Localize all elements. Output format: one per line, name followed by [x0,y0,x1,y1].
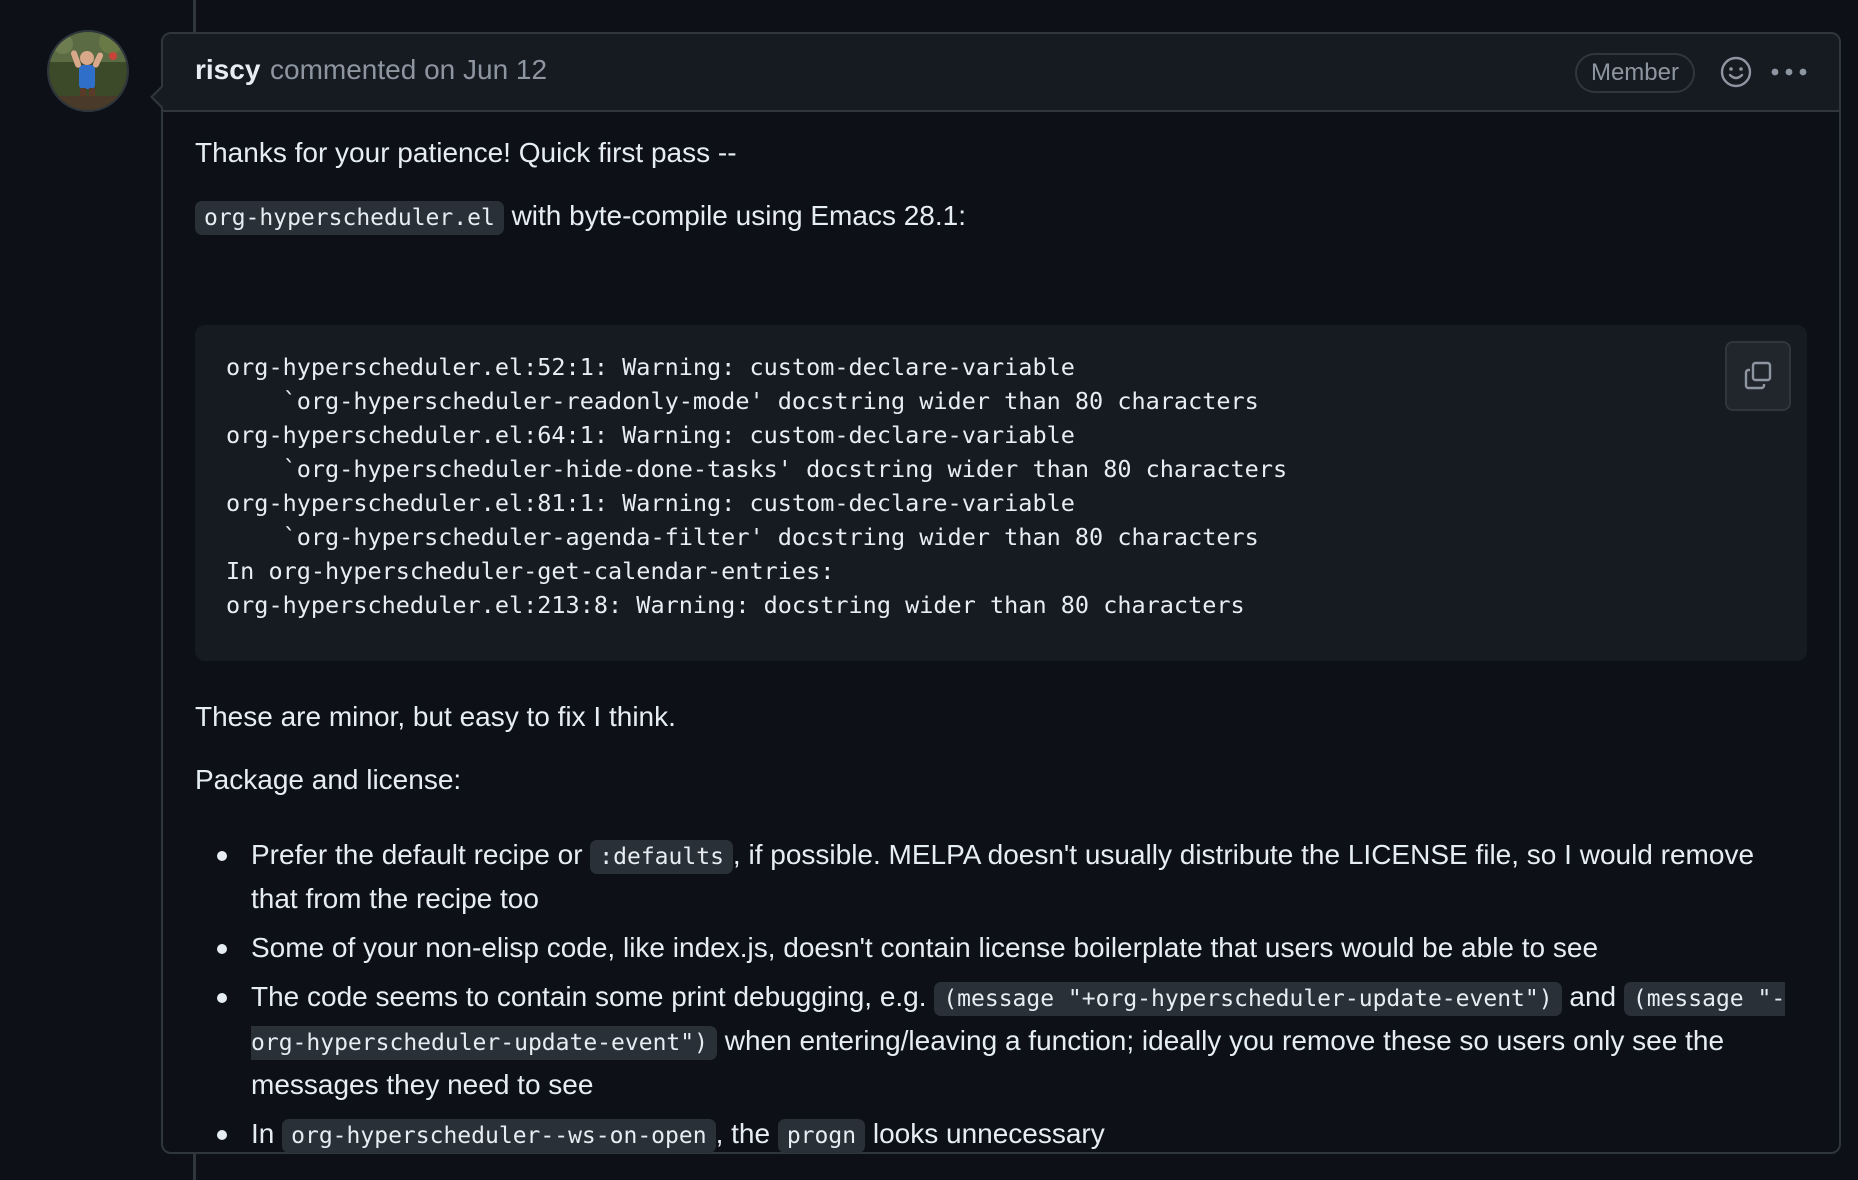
package-heading: Package and license: [195,764,462,795]
list-item: The code seems to contain some print deb… [195,976,1807,1106]
list-item: Some of your non-elisp code, like index.… [195,927,1807,969]
comment: riscy commented on Jun 12 Member Thanks … [150,32,1841,1154]
list-item: Prefer the default recipe or :defaults, … [195,834,1807,920]
inline-code: :defaults [590,840,733,874]
avatar[interactable] [47,30,129,112]
list-item: In org-hyperscheduler--ws-on-open, the p… [195,1113,1807,1157]
avatar-image [49,32,127,110]
copy-button[interactable] [1725,341,1791,411]
inline-code: progn [777,1119,866,1153]
feedback-list: Prefer the default recipe or :defaults, … [195,834,1807,1164]
copy-icon [1744,361,1772,390]
intro-text: Thanks for your patience! Quick first pa… [195,137,737,168]
smiley-icon[interactable] [1719,55,1753,89]
inline-code: org-hyperscheduler.el [195,201,504,235]
inline-code: org-hyperscheduler--ws-on-open [282,1119,716,1153]
comment-header: riscy commented on Jun 12 Member [163,34,1839,112]
inline-code: (message "+org-hyperscheduler-update-eve… [934,982,1562,1016]
code-block: org-hyperscheduler.el:52:1: Warning: cus… [195,325,1807,661]
comment-timestamp[interactable]: commented on Jun 12 [270,54,547,86]
kebab-horizontal-icon[interactable] [1771,67,1807,77]
code-block-content: org-hyperscheduler.el:52:1: Warning: cus… [226,353,1288,619]
minor-note: These are minor, but easy to fix I think… [195,701,676,732]
compile-line: org-hyperscheduler.el with byte-compile … [195,195,966,239]
role-badge: Member [1574,53,1695,93]
comment-author[interactable]: riscy [195,54,260,86]
